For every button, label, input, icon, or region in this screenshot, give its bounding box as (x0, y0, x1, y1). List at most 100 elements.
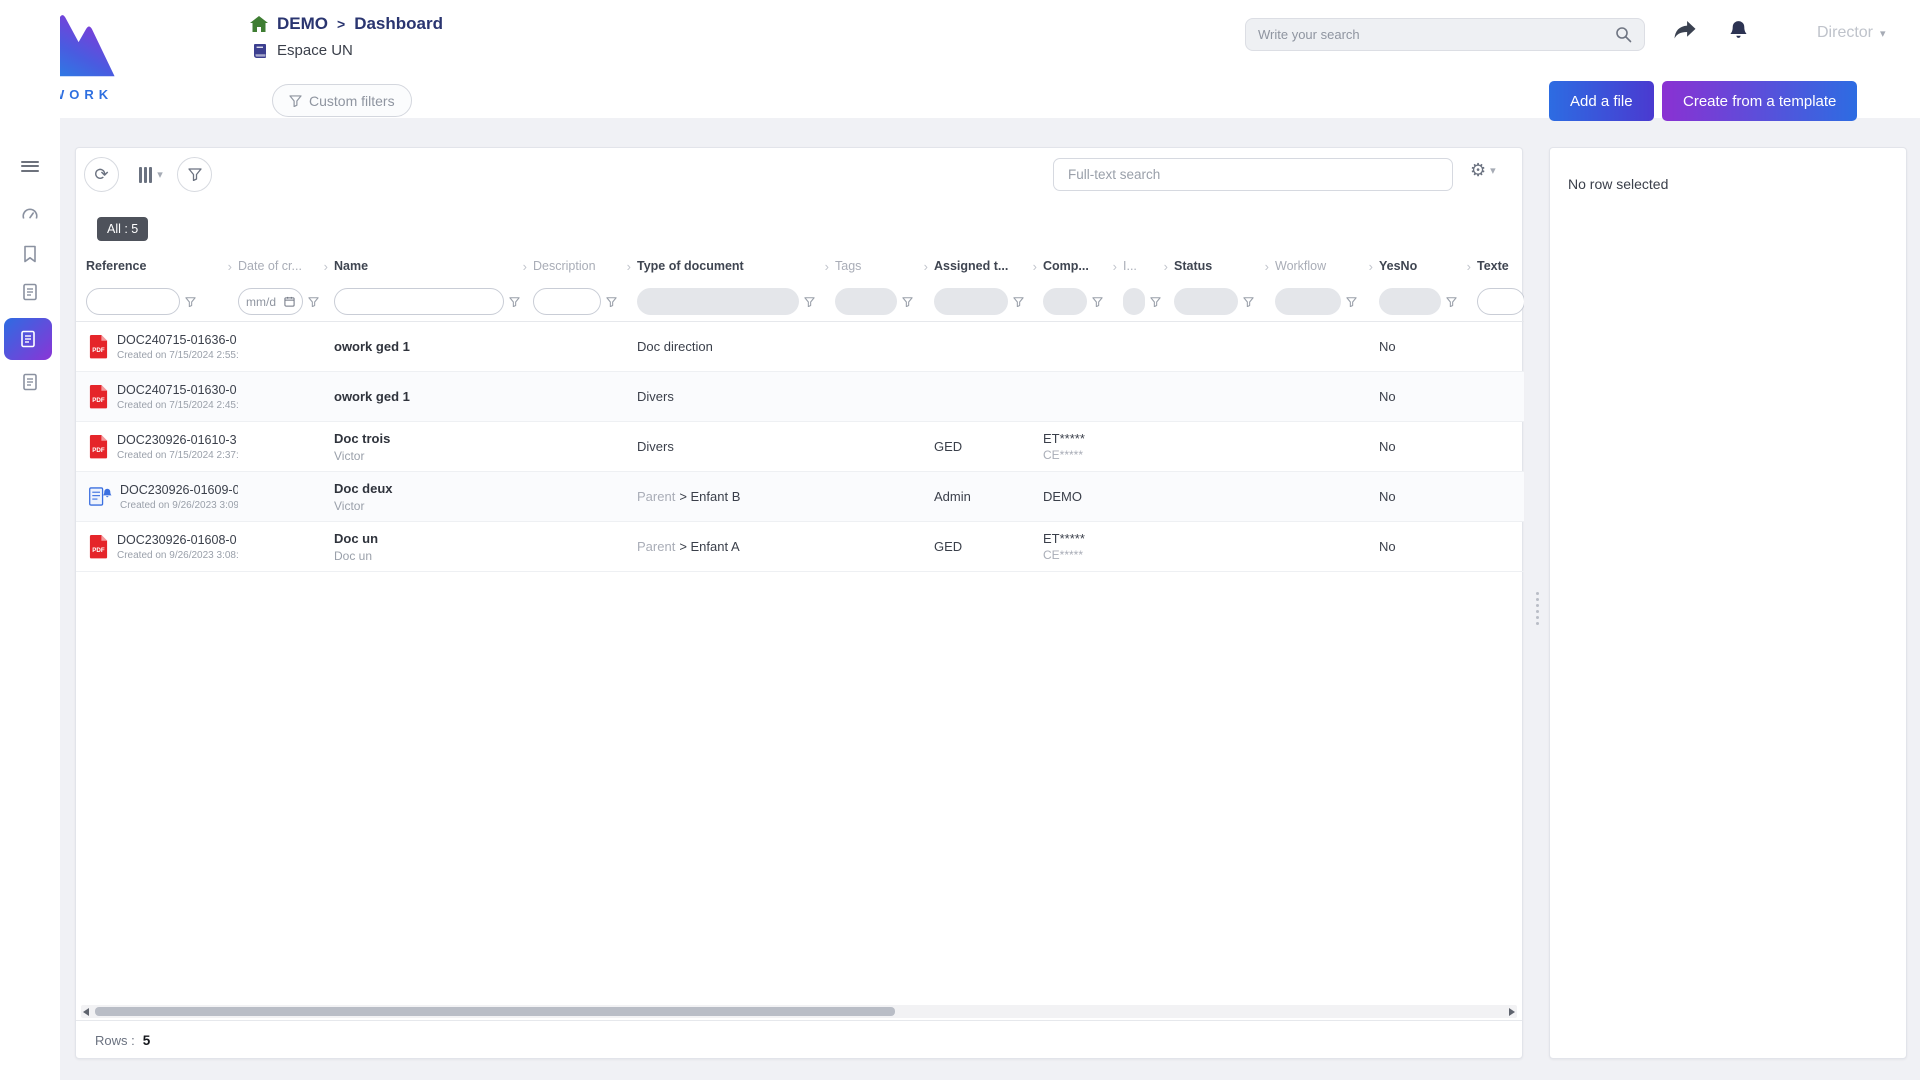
breadcrumb-home[interactable]: DEMO (277, 14, 328, 34)
global-search-input[interactable] (1258, 27, 1615, 42)
company-cell: DEMO (1043, 489, 1123, 504)
chevron-down-icon: ▾ (1880, 27, 1886, 40)
refresh-button[interactable]: ⟳ (84, 157, 119, 192)
book-icon (252, 43, 268, 59)
column-header-description[interactable]: Description (533, 259, 637, 274)
svg-text:PDF: PDF (92, 547, 105, 554)
funnel-icon[interactable] (1150, 297, 1161, 307)
funnel-icon[interactable] (1446, 297, 1457, 307)
global-search[interactable] (1245, 18, 1645, 51)
create-from-template-button[interactable]: Create from a template (1662, 81, 1857, 121)
scroll-left-icon[interactable] (83, 1008, 89, 1016)
filter-date (238, 288, 334, 315)
grid-footer: Rows : 5 (76, 1020, 1522, 1059)
detail-panel: No row selected (1549, 147, 1907, 1059)
reference-cell: PDF DOC230926-01608-0 Created on 9/26/20… (86, 533, 238, 561)
role-label: Director (1817, 24, 1873, 42)
fulltext-search-input[interactable] (1053, 158, 1453, 191)
column-header-tags[interactable]: Tags (835, 259, 934, 274)
hamburger-icon (21, 158, 39, 174)
column-header-workflow[interactable]: Workflow (1275, 259, 1379, 274)
funnel-icon[interactable] (606, 297, 617, 307)
column-header-yesno[interactable]: YesNo (1379, 259, 1477, 274)
add-file-button[interactable]: Add a file (1549, 81, 1654, 121)
grid-header-row: Reference Date of cr... Name Description… (76, 250, 1524, 282)
notifications-button[interactable] (1728, 19, 1749, 46)
name-cell: owork ged 1 (334, 339, 533, 354)
funnel-icon[interactable] (1092, 297, 1103, 307)
sidebar-item-archives[interactable] (0, 364, 60, 400)
sidebar-item-ged-active[interactable] (4, 318, 52, 360)
reference-cell: DOC230926-01609-0 Created on 9/26/2023 3… (86, 483, 238, 511)
filter-yesno-input (1379, 288, 1441, 315)
created-date: Created on 9/26/2023 3:09:45 AM (120, 500, 238, 511)
table-row[interactable]: PDF DOC230926-01610-3 Created on 7/15/20… (76, 422, 1524, 472)
pdf-file-icon: PDF (88, 334, 109, 360)
bell-icon (1728, 19, 1749, 41)
column-header-company[interactable]: Comp... (1043, 259, 1123, 274)
name-cell: Doc un Doc un (334, 531, 533, 563)
custom-filters-button[interactable]: Custom filters (272, 84, 412, 117)
table-row[interactable]: PDF DOC240715-01636-0 Created on 7/15/20… (76, 322, 1524, 372)
yesno-cell: No (1379, 539, 1477, 554)
created-date: Created on 7/15/2024 2:45:08 AM (117, 400, 238, 411)
share-button[interactable] (1672, 20, 1698, 46)
type-cell: Divers (637, 389, 835, 404)
tab-all[interactable]: All : 5 (97, 217, 148, 241)
filter-description-input[interactable] (533, 288, 601, 315)
rows-label: Rows : (95, 1033, 135, 1048)
reference-cell: PDF DOC240715-01636-0 Created on 7/15/20… (86, 333, 238, 361)
documents-grid: Reference Date of cr... Name Description… (76, 250, 1524, 572)
filter-reference-input[interactable] (86, 288, 180, 315)
funnel-icon[interactable] (509, 297, 520, 307)
type-cell: Divers (637, 439, 835, 454)
scroll-right-icon[interactable] (1509, 1008, 1515, 1016)
table-row[interactable]: PDF DOC230926-01608-0 Created on 9/26/20… (76, 522, 1524, 572)
sidebar-item-dashboard[interactable] (0, 196, 60, 232)
filter-tags-input (835, 288, 897, 315)
home-icon[interactable] (250, 16, 268, 32)
type-cell: Parent> Enfant A (637, 539, 835, 554)
sidebar-item-bookmarks[interactable] (0, 236, 60, 272)
funnel-icon[interactable] (1013, 297, 1024, 307)
filter-i (1123, 288, 1174, 315)
column-header-assigned[interactable]: Assigned t... (934, 259, 1043, 274)
filter-texte-input[interactable] (1477, 288, 1524, 315)
document-icon (22, 373, 38, 391)
workspace-row[interactable]: Espace UN (252, 42, 353, 59)
funnel-icon[interactable] (1346, 297, 1357, 307)
column-picker-button[interactable]: ▾ (131, 157, 171, 192)
sidebar-item-documents[interactable] (0, 274, 60, 310)
filter-company-input (1043, 288, 1087, 315)
filter-date-input[interactable] (246, 295, 280, 309)
funnel-icon[interactable] (804, 297, 815, 307)
funnel-icon[interactable] (902, 297, 913, 307)
yesno-cell: No (1379, 339, 1477, 354)
funnel-icon[interactable] (185, 297, 196, 307)
column-header-name[interactable]: Name (334, 259, 533, 274)
column-header-reference[interactable]: Reference (86, 259, 238, 274)
role-menu[interactable]: Director ▾ (1817, 24, 1886, 42)
search-icon[interactable] (1615, 26, 1632, 43)
column-header-texte[interactable]: Texte (1477, 259, 1524, 273)
funnel-icon[interactable] (308, 297, 319, 307)
filter-button[interactable] (177, 157, 212, 192)
breadcrumb-page[interactable]: Dashboard (354, 14, 443, 34)
grid-settings-button[interactable]: ⚙ ▾ (1470, 160, 1496, 181)
menu-toggle-button[interactable] (0, 148, 60, 184)
funnel-icon[interactable] (1243, 297, 1254, 307)
filter-date-field[interactable] (238, 288, 303, 315)
column-header-status[interactable]: Status (1174, 259, 1275, 274)
table-row[interactable]: DOC230926-01609-0 Created on 9/26/2023 3… (76, 472, 1524, 522)
horizontal-scrollbar[interactable] (81, 1005, 1517, 1018)
filter-name-input[interactable] (334, 288, 504, 315)
panel-resize-handle[interactable] (1533, 592, 1541, 625)
column-header-date[interactable]: Date of cr... (238, 259, 334, 274)
document-subname: Victor (334, 499, 527, 513)
column-header-i[interactable]: I... (1123, 259, 1174, 274)
scrollbar-thumb[interactable] (95, 1007, 895, 1016)
company-cell: ET***** CE***** (1043, 531, 1123, 562)
column-header-type[interactable]: Type of document (637, 259, 835, 274)
document-subname: Victor (334, 449, 527, 463)
table-row[interactable]: PDF DOC240715-01630-0 Created on 7/15/20… (76, 372, 1524, 422)
